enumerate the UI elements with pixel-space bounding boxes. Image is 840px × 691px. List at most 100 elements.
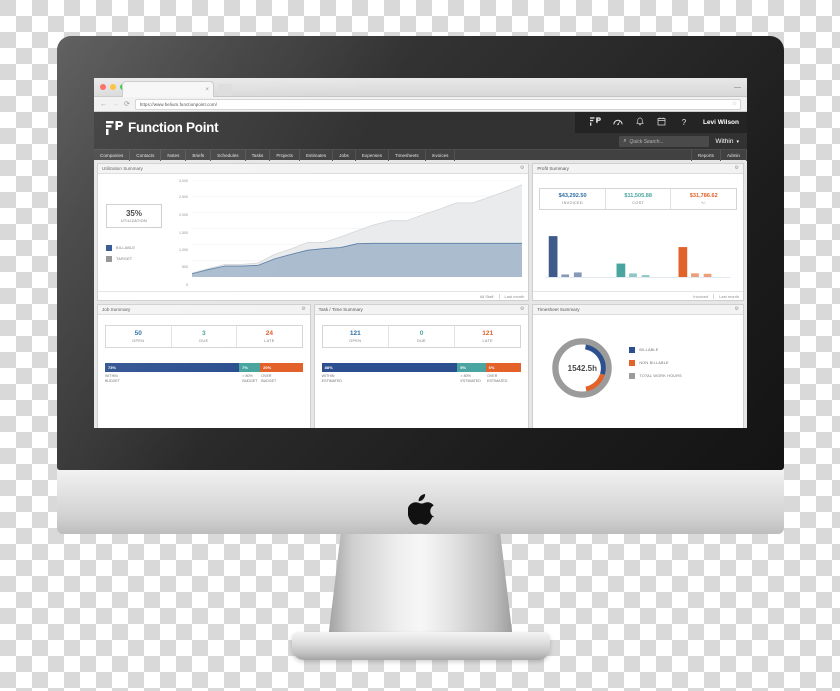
chevron-down-icon: ▾ — [736, 138, 739, 145]
nav-item-companies[interactable]: Companies — [94, 149, 131, 161]
header-utility-bar: ? Levi Wilson — [574, 112, 747, 133]
back-icon[interactable]: ← — [100, 101, 107, 108]
kpi-value: $43,292.50 — [558, 193, 587, 199]
calendar-icon[interactable] — [651, 117, 673, 128]
y-tick: 2,500 — [179, 195, 188, 200]
nav-item-contacts[interactable]: Contacts — [130, 149, 162, 161]
y-axis: 0 500 1,000 1,500 2,000 2,500 3,000 — [168, 179, 190, 287]
card-utilization-summary: Utilization Summary ⚙ 35% UTILIZATION BI… — [97, 163, 530, 301]
plot-area — [191, 179, 523, 280]
count-value: 50 — [134, 330, 142, 337]
card-timesheet-summary: Timesheet Summary ⚙ 1542.5h BILLABLE NON… — [532, 304, 744, 428]
nav-item-jobs[interactable]: Jobs — [333, 149, 356, 161]
count-value: 0 — [419, 330, 424, 337]
card-footer: Invoiced Last month — [533, 291, 743, 300]
task-counts: 121 OPEN 0 DUE 121 LATE — [321, 325, 522, 348]
count-label: OPEN — [349, 339, 362, 343]
bookmark-star-icon[interactable]: ☆ — [732, 101, 737, 107]
dashboard-row-2: Job Summary ⚙ 50 OPEN 3 DUE 24 LATE 73% … — [97, 304, 744, 428]
gear-icon[interactable]: ⚙ — [301, 307, 305, 312]
nav-item-notes[interactable]: Notes — [161, 149, 187, 161]
fp-home-icon[interactable] — [585, 117, 607, 128]
footer-link-period[interactable]: Last month — [505, 294, 525, 299]
kpi-label: COST — [632, 201, 645, 205]
card-title: Timesheet Summary — [537, 307, 580, 312]
close-window-button[interactable] — [100, 84, 106, 90]
count-label: LATE — [264, 339, 275, 343]
task-estimate-labels: WITHIN ESTIMATED > 80% ESTIMATED OVER ES… — [322, 374, 522, 384]
segment-label-within: WITHIN ESTIMATED — [322, 374, 461, 384]
label-line2: ESTIMATED — [321, 378, 342, 383]
search-icon: ⌕ — [623, 137, 627, 144]
count-value: 24 — [265, 330, 274, 337]
card-body: 1542.5h BILLABLE NON BILLABLE TOTAL WORK… — [533, 315, 743, 428]
monitor-bezel: × — ← → ⟳ https://www.helium.functionpoi… — [57, 36, 784, 470]
footer-link-staff[interactable]: All Staff — [480, 294, 494, 299]
y-tick: 1,000 — [179, 247, 188, 252]
card-body: $43,292.50 INVOICED $11,505.88 COST $31,… — [533, 174, 743, 291]
nav-item-expenses[interactable]: Expenses — [356, 149, 390, 161]
y-tick: 2,000 — [179, 212, 188, 217]
y-tick: 1,500 — [179, 230, 188, 235]
utilization-percent: 35% — [125, 209, 142, 218]
nav-item-reports[interactable]: Reports — [692, 149, 721, 161]
segment-over-budget: 20% — [260, 363, 303, 372]
nav-item-schedules[interactable]: Schedules — [211, 149, 246, 161]
gear-icon[interactable]: ⚙ — [735, 166, 739, 171]
kpi-label: +/- — [701, 201, 707, 205]
legend-item-target: TARGET — [106, 256, 162, 262]
legend-item-non-billable: NON BILLABLE — [629, 360, 682, 366]
minimize-window-button[interactable] — [110, 84, 116, 90]
segment-within-estimated: 88% — [321, 363, 458, 372]
legend-swatch-non-billable — [629, 360, 636, 366]
speedometer-icon[interactable] — [607, 117, 629, 128]
search-row: ⌕ Quick Search... Within ▾ — [619, 136, 739, 147]
footer-link-period[interactable]: Last month — [719, 294, 739, 299]
dashboard-row-1: Utilization Summary ⚙ 35% UTILIZATION BI… — [97, 163, 744, 301]
legend-swatch-target — [106, 256, 112, 262]
nav-item-projects[interactable]: Projects — [270, 149, 300, 161]
nav-item-tasks[interactable]: Tasks — [246, 149, 271, 161]
label-line2: ESTIMATED — [460, 378, 481, 383]
new-tab-button[interactable] — [218, 84, 232, 96]
nav-item-briefs[interactable]: Briefs — [186, 149, 212, 161]
bell-icon[interactable] — [629, 117, 651, 128]
brand-name: Function Point — [128, 120, 219, 135]
reload-icon[interactable]: ⟳ — [124, 101, 130, 108]
nav-spacer — [455, 149, 692, 161]
gear-icon[interactable]: ⚙ — [520, 307, 524, 312]
user-name[interactable]: Levi Wilson — [703, 119, 739, 126]
window-minimize-icon[interactable]: — — [734, 84, 741, 91]
nav-item-admin[interactable]: Admin — [721, 149, 747, 161]
monitor-stand-base — [291, 632, 550, 660]
dashboard: Utilization Summary ⚙ 35% UTILIZATION BI… — [94, 160, 747, 428]
nav-right-group: Reports Admin — [692, 149, 747, 161]
footer-link-invoiced[interactable]: Invoiced — [693, 294, 708, 299]
gear-icon[interactable]: ⚙ — [735, 307, 739, 312]
browser-tab[interactable]: × — [122, 81, 214, 97]
donut-center-value: 1542.5h — [567, 363, 597, 373]
y-tick: 0 — [186, 283, 188, 287]
gear-icon[interactable]: ⚙ — [520, 166, 524, 171]
legend-swatch-billable — [629, 347, 636, 353]
legend-item-billable: BILLABLE — [106, 245, 162, 251]
help-icon[interactable]: ? — [673, 118, 695, 127]
brand[interactable]: Function Point — [106, 120, 219, 135]
segment-near-budget: 7% — [239, 363, 261, 372]
tab-close-icon[interactable]: × — [205, 87, 209, 93]
card-header: Timesheet Summary ⚙ — [533, 305, 743, 315]
card-header: Utilization Summary ⚙ — [98, 164, 529, 174]
footer-separator — [498, 293, 500, 299]
nav-item-estimates[interactable]: Estimates — [300, 149, 334, 161]
kpi-label: INVOICED — [562, 201, 583, 205]
search-input[interactable]: ⌕ Quick Search... — [619, 136, 710, 147]
label-line2: BUDGET — [261, 378, 277, 383]
scope-dropdown[interactable]: Within ▾ — [715, 138, 739, 145]
address-bar[interactable]: https://www.helium.functionpoint.com/ ☆ — [134, 98, 741, 110]
card-job-summary: Job Summary ⚙ 50 OPEN 3 DUE 24 LATE 73% … — [97, 304, 311, 428]
nav-item-timesheets[interactable]: Timesheets — [389, 149, 426, 161]
legend-swatch-total-hours — [629, 373, 636, 379]
utilization-chart: 0 500 1,000 1,500 2,000 2,500 3,000 — [168, 179, 523, 287]
forward-icon[interactable]: → — [112, 101, 119, 108]
nav-item-invoices[interactable]: Invoices — [426, 149, 456, 161]
